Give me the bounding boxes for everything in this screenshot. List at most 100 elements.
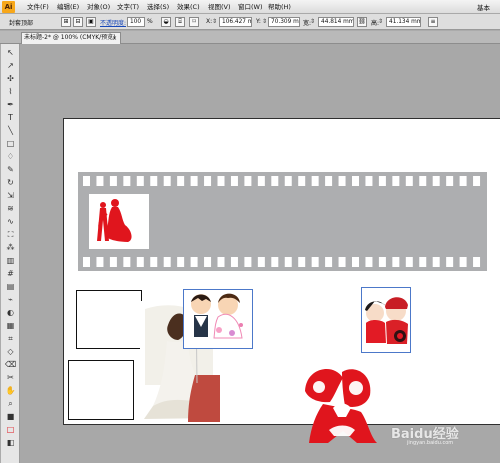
illustrator-logo: Ai (2, 1, 15, 13)
close-icon[interactable]: × (112, 33, 117, 44)
live-paint-icon[interactable]: ▦ (5, 320, 16, 331)
red-cartoon-couple-image[interactable] (361, 287, 411, 353)
cartoon-couple-image[interactable] (183, 289, 253, 349)
type-icon[interactable]: T (5, 112, 16, 123)
x-stepper-icon[interactable]: ⇕ (211, 18, 218, 26)
rectangle-icon[interactable]: □ (5, 138, 16, 149)
film-bottom-perforation (432, 257, 440, 267)
document-tab[interactable]: 未标题-2* @ 100% (CMYK/预览) × (21, 32, 121, 44)
magic-wand-icon[interactable]: ✣ (5, 73, 16, 84)
align-icon[interactable]: ⌸ (175, 17, 185, 27)
lasso-icon[interactable]: ⌇ (5, 86, 16, 97)
film-top-perforation (177, 176, 185, 186)
film-top-perforation (244, 176, 252, 186)
envelope-contents-icon[interactable]: ⊟ (73, 17, 83, 27)
free-transform-icon[interactable]: ⛶ (5, 229, 16, 240)
film-bottom-perforation (136, 257, 144, 267)
crop-icon[interactable]: ⌗ (5, 333, 16, 344)
film-bottom-perforation (311, 257, 319, 267)
slice-icon[interactable]: ◇ (5, 346, 16, 357)
arrow-icon[interactable]: ↖ (5, 47, 16, 58)
film-bottom-perforation (446, 257, 454, 267)
menu-effect[interactable]: 效果(C) (177, 2, 200, 12)
stroke-icon[interactable]: □ (5, 424, 16, 435)
empty-photo-frame[interactable] (76, 290, 142, 349)
scissors-icon[interactable]: ✂ (5, 372, 16, 383)
empty-photo-frame[interactable] (68, 360, 134, 420)
color-mode-icon[interactable]: ◧ (5, 437, 16, 448)
red-kissing-couple-papercut-image[interactable] (301, 364, 382, 444)
film-bottom-perforation (230, 257, 238, 267)
document-tab-bar: 未标题-2* @ 100% (CMYK/预览) × (0, 31, 500, 44)
transform-icon[interactable]: ⌑ (189, 17, 199, 27)
film-bottom-perforation (190, 257, 198, 267)
direct-select-icon[interactable]: ↗ (5, 60, 16, 71)
pen-icon[interactable]: ✒ (5, 99, 16, 110)
y-coordinate-input[interactable]: 70.309 mm (268, 17, 300, 27)
film-top-perforation (352, 176, 359, 186)
film-bottom-perforation (284, 257, 292, 267)
film-top-perforation (298, 176, 306, 186)
menu-object[interactable]: 对象(O) (87, 2, 110, 12)
paintbrush-icon[interactable]: ♢ (5, 151, 16, 162)
menu-file[interactable]: 文件(F) (27, 2, 49, 12)
film-bottom-perforation (271, 257, 279, 267)
menu-view[interactable]: 视图(V) (208, 2, 231, 12)
height-input[interactable]: 41.134 mm (386, 17, 421, 27)
film-top-perforation (378, 176, 386, 186)
symbol-sprayer-icon[interactable]: ⁂ (5, 242, 16, 253)
eyedropper-icon[interactable]: ⌁ (5, 294, 16, 305)
menu-select[interactable]: 选择(S) (147, 2, 169, 12)
panel-menu-icon[interactable]: ≡ (428, 17, 438, 27)
film-bottom-perforation (163, 257, 171, 267)
film-bottom-perforation (405, 257, 413, 267)
width-icon[interactable]: ≋ (5, 203, 16, 214)
document-canvas[interactable]: Baidu经验 jingyan.baidu.com (20, 44, 500, 463)
menu-help[interactable]: 帮助(H) (268, 2, 291, 12)
film-bottom-perforation (325, 257, 333, 267)
film-top-perforation (311, 176, 319, 186)
film-top-perforation (257, 176, 265, 186)
gradient-icon[interactable]: ▤ (5, 281, 16, 292)
film-top-perforation (136, 176, 144, 186)
fill-icon[interactable]: ■ (5, 411, 16, 422)
line-icon[interactable]: ╲ (5, 125, 16, 136)
workspace-label[interactable]: 基本 (477, 2, 490, 12)
film-top-perforation (473, 176, 481, 186)
width-input[interactable]: 44.814 mm (318, 17, 354, 27)
menu-type[interactable]: 文字(T) (117, 2, 139, 12)
pencil-icon[interactable]: ✎ (5, 164, 16, 175)
constrain-proportions-icon[interactable]: ⛓ (357, 17, 367, 27)
film-top-perforation (284, 176, 292, 186)
scale-icon[interactable]: ⇲ (5, 190, 16, 201)
film-top-perforation (217, 176, 225, 186)
rotate-icon[interactable]: ↻ (5, 177, 16, 188)
graph-icon[interactable]: ▥ (5, 255, 16, 266)
envelope-edit-icon[interactable]: ⊞ (61, 17, 71, 27)
recolor-icon[interactable]: ◒ (161, 17, 171, 27)
document-tab-title: 未标题-2* @ 100% (CMYK/预览) (24, 34, 116, 41)
opacity-input[interactable]: 100 (127, 17, 145, 27)
menu-edit[interactable]: 编辑(E) (57, 2, 79, 12)
film-top-perforation (459, 176, 467, 186)
height-stepper-icon[interactable]: ⇕ (377, 18, 384, 26)
opacity-label[interactable]: 不透明度: (100, 18, 126, 27)
menu-window[interactable]: 窗口(W) (238, 2, 263, 12)
hand-icon[interactable]: ✋ (5, 385, 16, 396)
film-bottom-perforation (338, 257, 346, 267)
warp-icon[interactable]: ∿ (5, 216, 16, 227)
x-coordinate-input[interactable]: 106.427 mm (219, 17, 252, 27)
zoom-icon[interactable]: ⌕ (5, 398, 16, 409)
width-stepper-icon[interactable]: ⇕ (309, 18, 316, 26)
film-top-perforation (150, 176, 158, 186)
blend-icon[interactable]: ◐ (5, 307, 16, 318)
y-stepper-icon[interactable]: ⇕ (261, 18, 268, 26)
film-bottom-perforation (96, 257, 104, 267)
film-top-perforation (446, 176, 454, 186)
film-top-perforation (96, 176, 104, 186)
film-top-perforation (190, 176, 198, 186)
film-strip-shape[interactable] (78, 172, 487, 271)
eraser-icon[interactable]: ⌫ (5, 359, 16, 370)
mesh-icon[interactable]: # (5, 268, 16, 279)
envelope-options-icon[interactable]: ▣ (86, 17, 96, 27)
